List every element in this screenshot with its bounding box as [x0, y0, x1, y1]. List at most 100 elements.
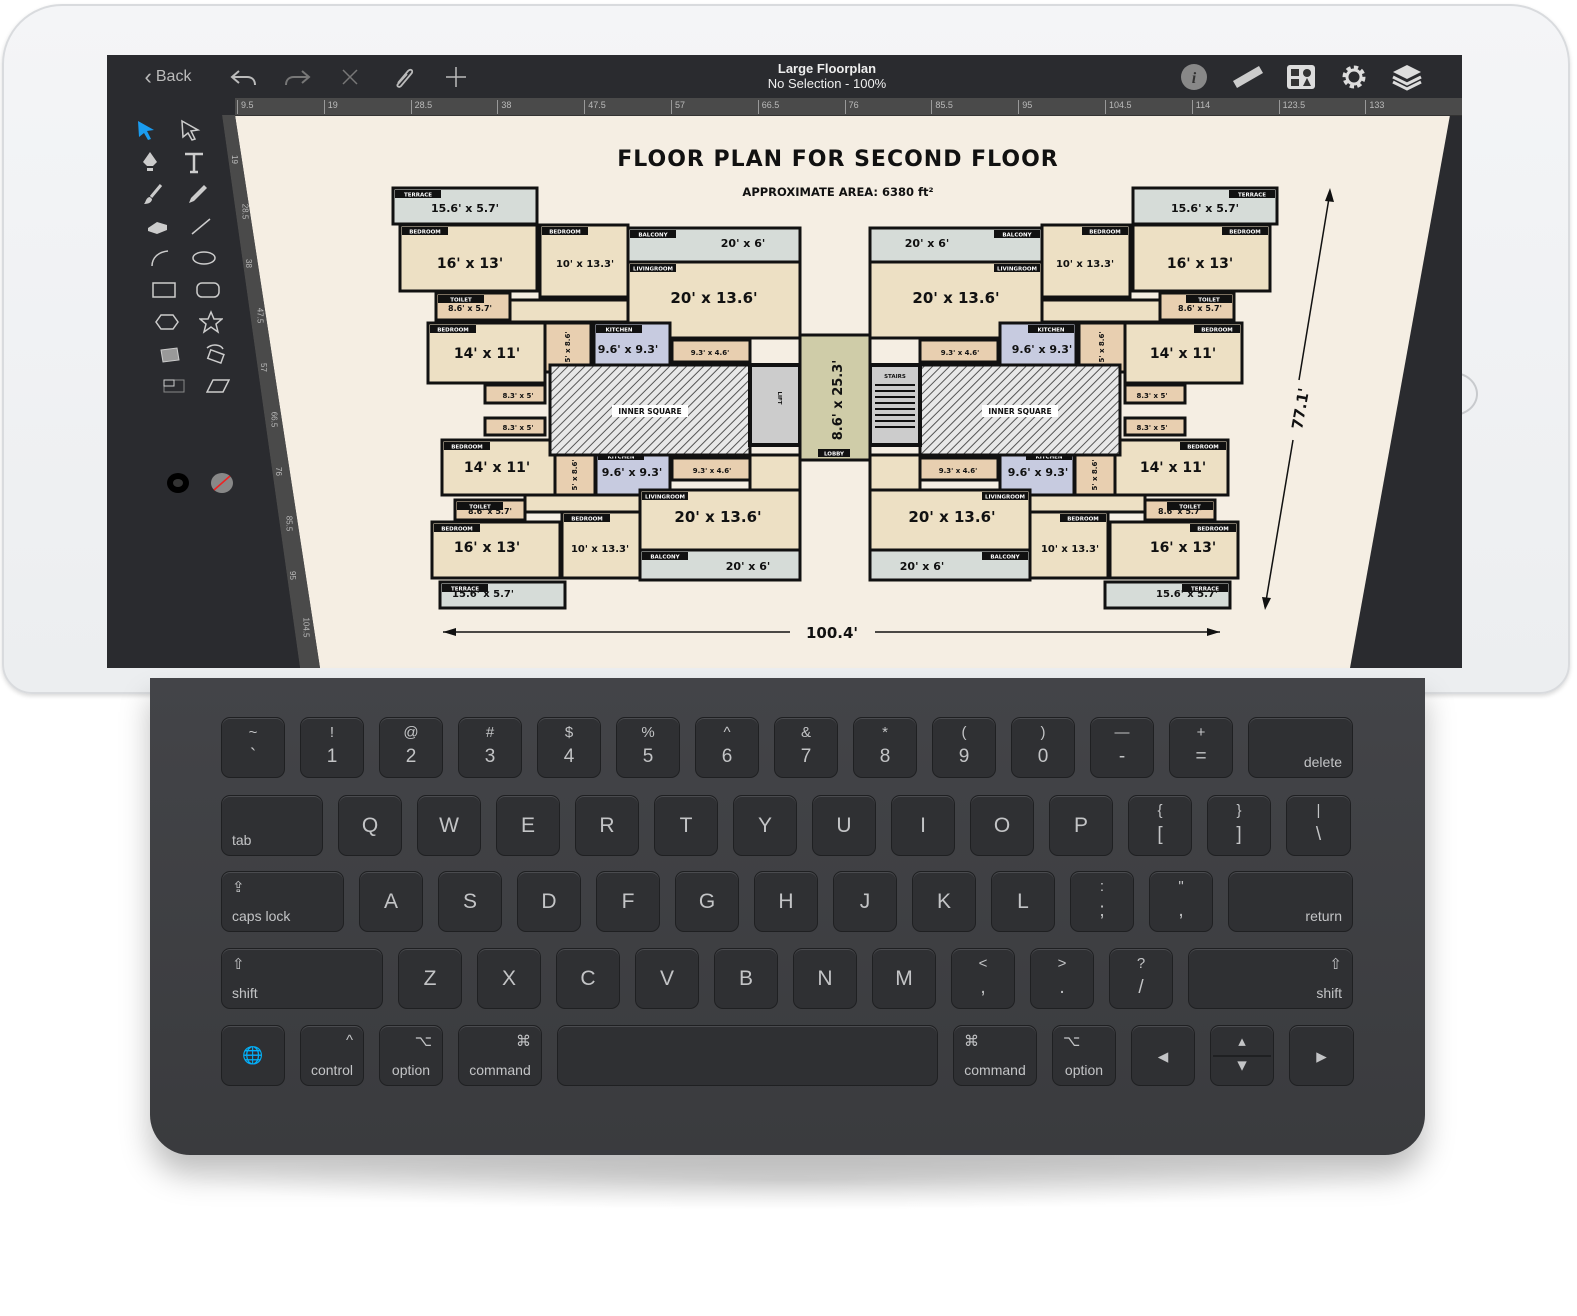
- store-dimension-label: 5' x 8.6': [1091, 460, 1099, 491]
- key-globe[interactable]: 🌐: [221, 1025, 285, 1086]
- key-M[interactable]: M: [872, 948, 936, 1009]
- room-dimension-label: 16' x 13': [1167, 256, 1233, 272]
- key-I[interactable]: I: [891, 795, 955, 856]
- key-label: ,: [1178, 900, 1184, 921]
- command-icon: ⌘: [964, 1033, 979, 1050]
- room-tag-label: TERRACE: [451, 587, 479, 593]
- key-label: 0: [1037, 746, 1049, 767]
- key-capslock[interactable]: caps lock ⇪: [221, 871, 344, 932]
- key-label: \: [1315, 824, 1322, 845]
- room-dimension-label: 8.6' x 5.7': [448, 304, 492, 313]
- floor-plan-drawing[interactable]: FLOOR PLAN FOR SECOND FLOOR APPROXIMATE …: [107, 55, 1462, 668]
- key-8[interactable]: * 8: [853, 717, 917, 778]
- key-shift[interactable]: shift ⇧: [221, 948, 383, 1009]
- key-V[interactable]: V: [635, 948, 699, 1009]
- key-command[interactable]: command ⌘: [458, 1025, 542, 1086]
- room-dimension-label: 10' x 13.3': [556, 259, 614, 270]
- shift-icon: ⇧: [1329, 956, 1342, 973]
- key--key[interactable]: ▴ ▾: [1210, 1025, 1274, 1086]
- key-2[interactable]: @2: [379, 717, 443, 778]
- key-command[interactable]: command ⌘: [953, 1025, 1037, 1086]
- key--key[interactable]: + =: [1169, 717, 1233, 778]
- key-H[interactable]: H: [754, 871, 818, 932]
- key--key[interactable]: >.: [1030, 948, 1094, 1009]
- key--key[interactable]: }]: [1207, 795, 1271, 856]
- key-Q[interactable]: Q: [338, 795, 402, 856]
- key--key[interactable]: — -: [1090, 717, 1154, 778]
- room[interactable]: [748, 453, 802, 492]
- key-O[interactable]: O: [970, 795, 1034, 856]
- key-P[interactable]: P: [1049, 795, 1113, 856]
- key--key[interactable]: ",: [1149, 871, 1213, 932]
- key-label: [: [1157, 824, 1163, 845]
- key-shift-label: $: [564, 724, 574, 741]
- key-delete[interactable]: delete: [1248, 717, 1353, 778]
- key-label: ▸: [1316, 1045, 1327, 1068]
- key-label: K: [936, 890, 951, 913]
- key-label: tab: [232, 832, 252, 848]
- key--key[interactable]: | \: [1286, 795, 1351, 856]
- key-shift[interactable]: shift ⇧: [1188, 948, 1353, 1009]
- key-F[interactable]: F: [596, 871, 660, 932]
- room[interactable]: [1028, 493, 1147, 514]
- key-G[interactable]: G: [675, 871, 739, 932]
- key-label: Z: [423, 967, 437, 990]
- key-7[interactable]: & 7: [774, 717, 838, 778]
- arrow-key-divider: [1213, 1055, 1271, 1057]
- key-6[interactable]: ^ 6: [695, 717, 759, 778]
- room-tag-label: LIVINGROOM: [985, 495, 1025, 501]
- room-dimension-label: 20' x 13.6': [908, 508, 995, 526]
- room-tag-label: KITCHEN: [1037, 328, 1064, 334]
- room[interactable]: [868, 453, 922, 492]
- key-tab[interactable]: tab: [221, 795, 323, 856]
- key-E[interactable]: E: [496, 795, 560, 856]
- key-shift-label: (: [961, 724, 967, 741]
- key-X[interactable]: X: [477, 948, 541, 1009]
- key-option[interactable]: option ⌥: [1052, 1025, 1116, 1086]
- key-label: 2: [405, 746, 417, 767]
- key-A[interactable]: A: [359, 871, 423, 932]
- key-control[interactable]: control ^: [300, 1025, 364, 1086]
- key-J[interactable]: J: [833, 871, 897, 932]
- room[interactable]: [523, 493, 642, 514]
- key-shift-label: |: [1316, 802, 1321, 819]
- key-B[interactable]: B: [714, 948, 778, 1009]
- key--key[interactable]: ~ `: [221, 717, 285, 778]
- room[interactable]: [508, 298, 630, 324]
- space-bar[interactable]: [557, 1025, 938, 1086]
- key-option[interactable]: option ⌥: [379, 1025, 443, 1086]
- key-5[interactable]: % 5: [616, 717, 680, 778]
- key--key[interactable]: {[: [1128, 795, 1192, 856]
- key-L[interactable]: L: [991, 871, 1055, 932]
- key--key[interactable]: ? /: [1109, 948, 1173, 1009]
- key-D[interactable]: D: [517, 871, 581, 932]
- key-N[interactable]: N: [793, 948, 857, 1009]
- key--key[interactable]: ◂: [1131, 1025, 1195, 1086]
- store-dimension-label: 5' x 8.6': [1098, 332, 1106, 363]
- key--key[interactable]: ▸: [1289, 1025, 1354, 1086]
- key-shift-label: %: [641, 724, 655, 741]
- key-K[interactable]: K: [912, 871, 976, 932]
- key-R[interactable]: R: [575, 795, 639, 856]
- key-S[interactable]: S: [438, 871, 502, 932]
- key-3[interactable]: #3: [458, 717, 522, 778]
- key-T[interactable]: T: [654, 795, 718, 856]
- room[interactable]: [1040, 298, 1162, 324]
- key-4[interactable]: $4: [537, 717, 601, 778]
- key-9[interactable]: (9: [932, 717, 996, 778]
- key-Y[interactable]: Y: [733, 795, 797, 856]
- key-return[interactable]: return: [1228, 871, 1353, 932]
- key-0[interactable]: ) 0: [1011, 717, 1075, 778]
- key--key[interactable]: <,: [951, 948, 1015, 1009]
- room-dimension-label: 20' x 6': [900, 560, 944, 573]
- key-C[interactable]: C: [556, 948, 620, 1009]
- key-shift-label: >: [1057, 955, 1067, 972]
- key-label: 7: [800, 746, 812, 767]
- key-W[interactable]: W: [417, 795, 481, 856]
- key--key[interactable]: :;: [1070, 871, 1134, 932]
- key-label: ◂: [1157, 1045, 1169, 1068]
- key-U[interactable]: U: [812, 795, 876, 856]
- key-1[interactable]: ! 1: [300, 717, 364, 778]
- key-Z[interactable]: Z: [398, 948, 462, 1009]
- room-tag-label: BEDROOM: [1229, 230, 1261, 236]
